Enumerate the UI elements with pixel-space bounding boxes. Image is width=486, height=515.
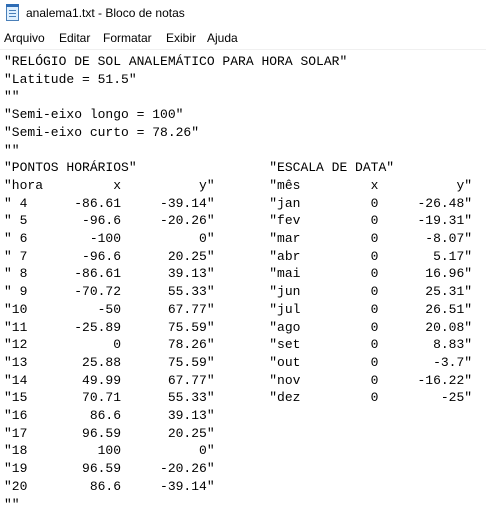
menu-arquivo[interactable]: Arquivo (4, 31, 45, 45)
menu-ajuda[interactable]: Ajuda (207, 31, 238, 45)
menu-editar[interactable]: Editar (59, 31, 90, 45)
text-editor[interactable]: "RELÓGIO DE SOL ANALEMÁTICO PARA HORA SO… (0, 51, 486, 515)
menu-formatar[interactable]: Formatar (103, 31, 152, 45)
window-title: analema1.txt - Bloco de notas (26, 6, 185, 20)
editor-content[interactable]: "RELÓGIO DE SOL ANALEMÁTICO PARA HORA SO… (4, 53, 472, 513)
notepad-icon (6, 4, 19, 21)
menu-bar: Arquivo Editar Formatar Exibir Ajuda (0, 29, 486, 50)
menu-exibir[interactable]: Exibir (166, 31, 196, 45)
title-bar: analema1.txt - Bloco de notas (0, 0, 486, 28)
